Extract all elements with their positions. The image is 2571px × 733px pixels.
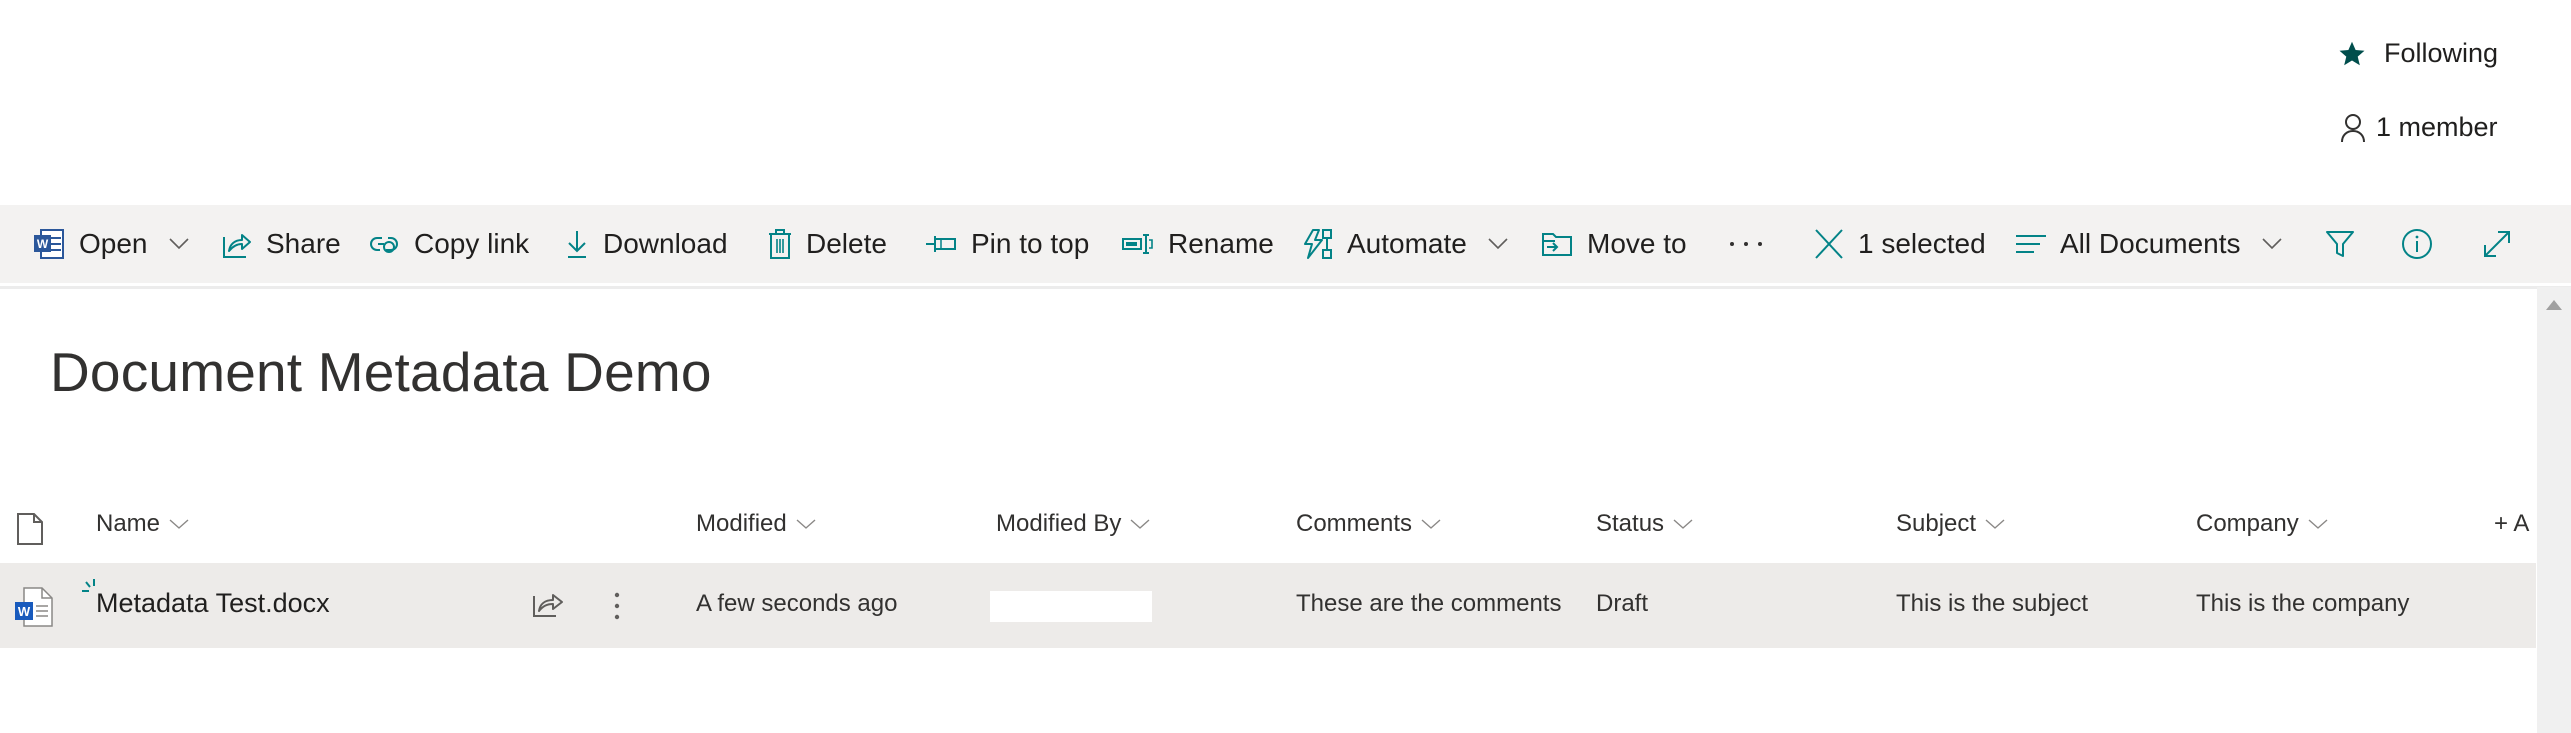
- clear-selection-button[interactable]: 1 selected: [1814, 205, 1986, 283]
- link-icon: [370, 237, 398, 253]
- close-icon: [1815, 229, 1843, 259]
- chevron-down-icon: [1488, 238, 1508, 250]
- column-header-label: Comments: [1296, 510, 1413, 537]
- toolbar-divider-shadow: [0, 286, 2571, 289]
- filter-button[interactable]: [2325, 205, 2355, 283]
- file-type-header-icon: [17, 513, 43, 545]
- file-name-link[interactable]: Metadata Test.docx: [96, 588, 330, 619]
- add-column-button[interactable]: + A: [2494, 510, 2536, 538]
- view-label: All Documents: [2060, 228, 2241, 259]
- svg-text:W: W: [18, 604, 31, 619]
- info-icon: [2402, 229, 2432, 259]
- column-header-label: Subject: [1896, 510, 1977, 537]
- more-actions-icon[interactable]: [612, 592, 622, 620]
- share-icon: [223, 234, 251, 258]
- expand-icon: [2484, 231, 2510, 257]
- view-list-icon: [2016, 235, 2046, 253]
- word-icon: W: [34, 229, 64, 259]
- info-button[interactable]: [2401, 205, 2433, 283]
- command-bar: W Open Share Copy link Download Delete P…: [0, 205, 2571, 283]
- table-row[interactable]: [0, 563, 2536, 648]
- word-file-icon: W: [15, 587, 53, 627]
- column-header-comments[interactable]: Comments: [1296, 510, 1442, 538]
- rename-button[interactable]: Rename: [1122, 205, 1274, 283]
- selection-count: 1 selected: [1858, 228, 1986, 259]
- comments-cell: These are the comments: [1296, 590, 1562, 617]
- chevron-down-icon: [2261, 238, 2282, 250]
- follow-button[interactable]: Following: [2338, 38, 2498, 69]
- open-label: Open: [79, 228, 148, 259]
- column-header-label: Company: [2196, 510, 2299, 537]
- chevron-down-icon: [1673, 519, 1693, 529]
- svg-text:W: W: [37, 237, 49, 251]
- column-header-company[interactable]: Company: [2196, 510, 2329, 538]
- pin-to-top-label: Pin to top: [971, 228, 1090, 259]
- download-icon: [568, 231, 586, 258]
- person-icon: [2341, 113, 2365, 142]
- status-cell: Draft: [1596, 590, 1649, 617]
- rename-icon: [1122, 234, 1153, 254]
- subject-cell: This is the subject: [1896, 590, 2089, 617]
- star-icon: [2339, 41, 2365, 65]
- trash-icon: [769, 229, 791, 259]
- chevron-down-icon: [1985, 519, 2005, 529]
- members-button[interactable]: 1 member: [2340, 112, 2498, 143]
- chevron-down-icon: [169, 519, 189, 529]
- new-item-indicator-icon: [82, 579, 95, 592]
- download-button[interactable]: Download: [565, 205, 728, 283]
- copy-link-label: Copy link: [414, 228, 530, 259]
- column-header-subject[interactable]: Subject: [1896, 510, 2006, 538]
- automate-button[interactable]: Automate: [1301, 205, 1509, 283]
- automate-icon: [1304, 229, 1332, 259]
- column-header-name[interactable]: Name: [96, 510, 190, 538]
- share-icon[interactable]: [532, 590, 564, 618]
- more-icon: [1730, 242, 1762, 246]
- delete-button[interactable]: Delete: [768, 205, 887, 283]
- pin-to-top-button[interactable]: Pin to top: [925, 205, 1089, 283]
- copy-link-button[interactable]: Copy link: [368, 205, 529, 283]
- open-button[interactable]: W Open: [33, 205, 190, 283]
- column-header-status[interactable]: Status: [1596, 510, 1694, 538]
- share-label: Share: [266, 228, 341, 259]
- add-column-label: + A: [2494, 510, 2530, 537]
- delete-label: Delete: [806, 228, 887, 259]
- modified-cell: A few seconds ago: [696, 590, 898, 617]
- company-cell: This is the company: [2196, 590, 2410, 617]
- page-title: Document Metadata Demo: [50, 341, 712, 403]
- modified-by-cell-redacted[interactable]: [990, 591, 1152, 622]
- fullscreen-button[interactable]: [2482, 205, 2512, 283]
- move-to-button[interactable]: Move to: [1541, 205, 1687, 283]
- chevron-down-icon: [1421, 519, 1441, 529]
- following-label: Following: [2384, 38, 2499, 68]
- move-to-icon: [1542, 233, 1572, 256]
- share-button[interactable]: Share: [222, 205, 341, 283]
- column-header-modified-by[interactable]: Modified By: [996, 510, 1151, 538]
- download-label: Download: [603, 228, 728, 259]
- view-selector[interactable]: All Documents: [2016, 205, 2283, 283]
- column-header-label: Modified By: [996, 510, 1122, 537]
- chevron-down-icon: [2308, 519, 2328, 529]
- pin-icon: [926, 236, 956, 252]
- vertical-scrollbar[interactable]: [2537, 287, 2571, 733]
- filter-icon: [2326, 231, 2354, 257]
- column-header-label: Modified: [696, 510, 787, 537]
- more-button[interactable]: [1728, 205, 1764, 283]
- column-header-label: Status: [1596, 510, 1665, 537]
- automate-label: Automate: [1347, 228, 1467, 259]
- rename-label: Rename: [1168, 228, 1274, 259]
- members-label: 1 member: [2376, 112, 2498, 142]
- scroll-up-arrow-icon[interactable]: [2545, 299, 2563, 311]
- chevron-down-icon: [1130, 519, 1150, 529]
- chevron-down-icon: [796, 519, 816, 529]
- chevron-down-icon: [168, 238, 189, 250]
- column-header-modified[interactable]: Modified: [696, 510, 817, 538]
- column-header-label: Name: [96, 510, 161, 537]
- move-to-label: Move to: [1587, 228, 1687, 259]
